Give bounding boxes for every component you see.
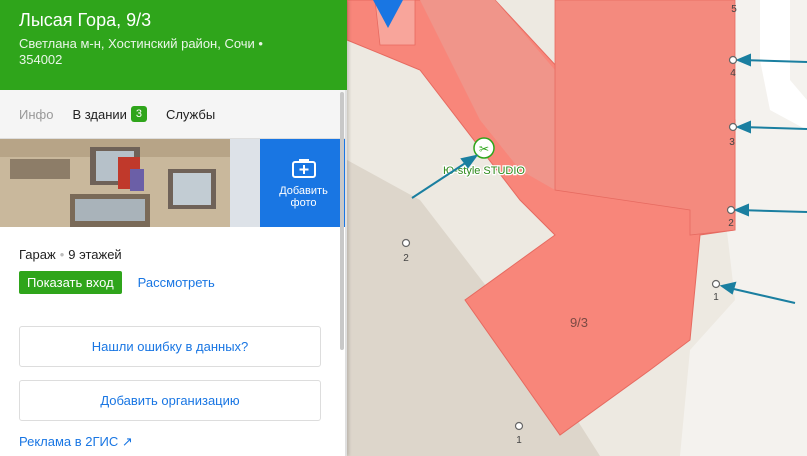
tab-label: Службы	[165, 106, 216, 122]
add-photo-icon	[291, 159, 316, 178]
building-number: 9/3	[570, 315, 588, 330]
entrance-dot[interactable]	[728, 122, 738, 132]
entrance-dot[interactable]	[401, 238, 411, 248]
place-title: Лысая Гора, 9/3	[19, 10, 152, 30]
report-error-button[interactable]: Нашли ошибку в данных?	[19, 326, 321, 367]
org-label[interactable]: Ю-style STUDIO	[442, 164, 527, 179]
tab-in-building[interactable]: В здании 3	[72, 106, 147, 122]
entrance-number: 3	[729, 137, 735, 148]
add-photo-label: фото	[290, 197, 317, 209]
building-info: Гараж • 9 этажей Показать вход Рассмотреть	[0, 227, 347, 294]
building-floors: 9 этажей	[68, 247, 122, 262]
entrance-dot[interactable]	[711, 279, 721, 289]
panel-edge	[345, 0, 347, 90]
panel-edge	[345, 90, 347, 456]
show-entrance-button[interactable]: Показать вход	[19, 271, 122, 294]
building-type: Гараж	[19, 247, 56, 262]
tab-services[interactable]: Службы	[166, 107, 215, 122]
ad-link[interactable]: Реклама в 2ГИС ↗	[19, 434, 133, 450]
tab-label: Инфо	[19, 106, 54, 122]
entrance-number: 1	[713, 292, 719, 303]
info-panel: Лысая Гора, 9/3 Светлана м-н, Хостинский…	[0, 0, 347, 456]
add-photo-button[interactable]: Добавить фото	[260, 139, 347, 227]
entrance-dot[interactable]	[514, 421, 524, 431]
entrance-number: 1	[516, 435, 522, 446]
entrance-number: 4	[730, 68, 736, 79]
view-link[interactable]: Рассмотреть	[138, 275, 215, 290]
tab-bar: Инфо В здании 3 Службы	[0, 90, 347, 139]
photo-strip: Добавить фото	[0, 139, 347, 227]
tab-info[interactable]: Инфо	[19, 107, 53, 122]
scissors-icon: ✂	[479, 142, 489, 156]
separator-dot: •	[59, 247, 65, 262]
add-photo-label: Добавить	[279, 185, 328, 197]
tab-label: В здании	[72, 106, 127, 122]
place-address: Светлана м-н, Хостинский район, Сочи • 3…	[19, 36, 263, 67]
entrance-number: 2	[728, 218, 734, 229]
entrance-number: 2	[403, 253, 409, 264]
add-organization-button[interactable]: Добавить организацию	[19, 380, 321, 421]
scrollbar[interactable]	[340, 92, 344, 350]
building-photo[interactable]	[0, 139, 260, 227]
panel-header: Лысая Гора, 9/3 Светлана м-н, Хостинский…	[0, 0, 347, 90]
entrance-dot[interactable]	[726, 205, 736, 215]
entrance-dot[interactable]	[728, 55, 738, 65]
tab-badge: 3	[130, 106, 147, 122]
entrance-number: 5	[731, 4, 737, 15]
